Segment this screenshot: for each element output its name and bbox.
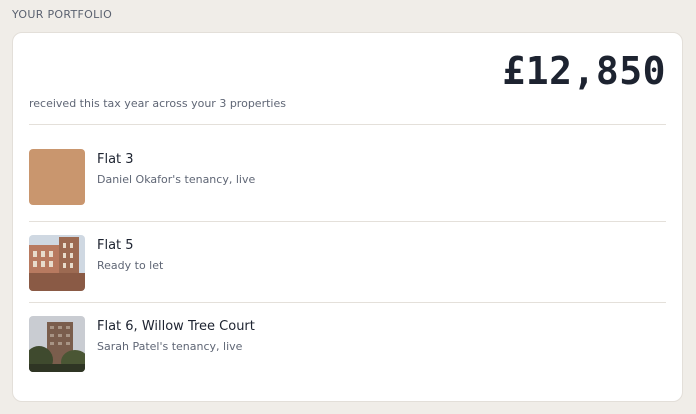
placeholder-color-icon (29, 149, 85, 205)
portfolio-summary: received this tax year across your 3 pro… (29, 97, 286, 110)
portfolio-card: £12,850 received this tax year across yo… (12, 32, 683, 402)
property-name: Flat 6, Willow Tree Court (97, 319, 255, 334)
property-name: Flat 5 (97, 238, 134, 253)
property-thumbnail (29, 316, 85, 372)
property-thumbnail (29, 149, 85, 205)
property-name: Flat 3 (97, 152, 134, 167)
property-item-flat-5[interactable]: Flat 5 Ready to let (29, 235, 666, 291)
section-label: YOUR PORTFOLIO (12, 8, 113, 21)
property-status: Daniel Okafor's tenancy, live (97, 173, 256, 186)
divider (29, 124, 666, 125)
building-photo-icon (29, 316, 85, 372)
total-received-amount: £12,850 (502, 49, 666, 93)
property-status: Ready to let (97, 259, 164, 272)
property-thumbnail (29, 235, 85, 291)
building-photo-icon (29, 235, 85, 291)
property-item-flat-3[interactable]: Flat 3 Daniel Okafor's tenancy, live (29, 149, 666, 205)
property-status: Sarah Patel's tenancy, live (97, 340, 243, 353)
divider (29, 221, 666, 222)
property-item-flat-6-willow-tree-court[interactable]: Flat 6, Willow Tree Court Sarah Patel's … (29, 316, 666, 372)
divider (29, 302, 666, 303)
